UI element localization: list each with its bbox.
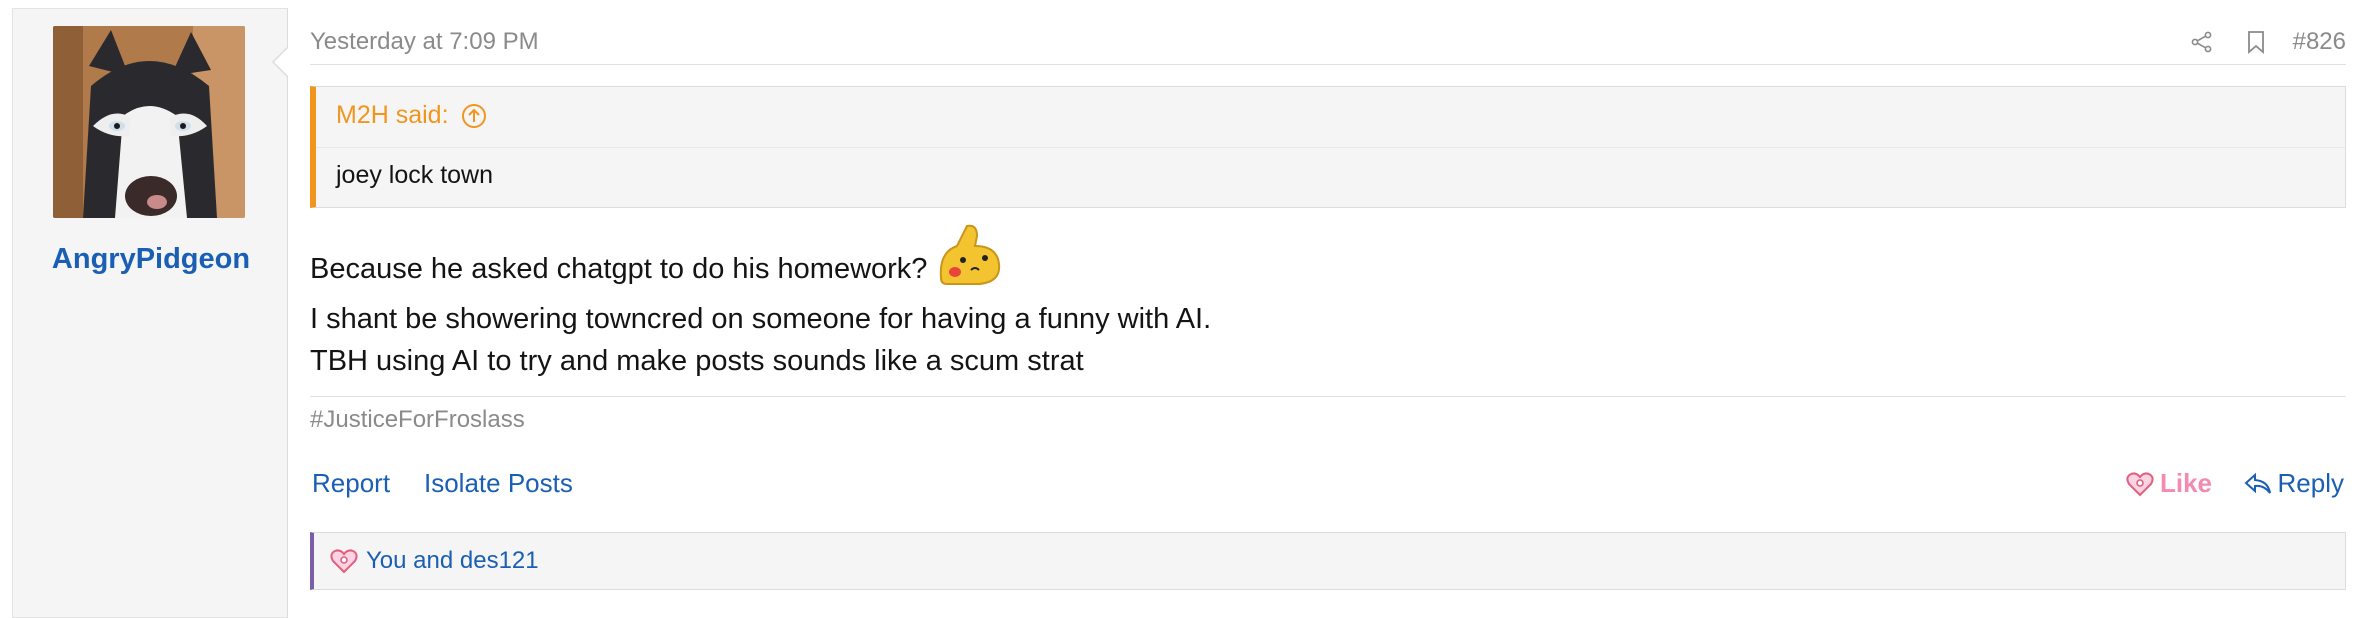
quote-author[interactable]: M2H said: [336, 101, 487, 130]
post-line-1-text: Because he asked chatgpt to do his homew… [310, 253, 928, 285]
signature-divider [310, 396, 2346, 397]
pikachu-emoji-icon [933, 222, 1003, 298]
arrow-up-circle-icon[interactable] [461, 103, 487, 129]
signature: #JusticeForFroslass [310, 406, 525, 433]
post-header-actions: #826 [2163, 26, 2346, 58]
reply-button[interactable]: Reply [2244, 468, 2344, 499]
like-label: Like [2159, 468, 2212, 498]
username[interactable]: AngryPidgeon [13, 243, 289, 276]
post-line-1: Because he asked chatgpt to do his homew… [310, 222, 1211, 298]
quote-author-label: M2H said: [336, 101, 449, 129]
quote-text: joey lock town [336, 161, 494, 189]
report-link[interactable]: Report [312, 468, 390, 499]
like-button[interactable]: Like [2126, 468, 2212, 499]
post-footer: Report Isolate Posts Like Reply [310, 464, 2346, 504]
reactions-list-link[interactable]: You and des121 [366, 547, 539, 575]
reply-arrow-icon [2244, 472, 2272, 496]
user-sidebar: AngryPidgeon [12, 8, 288, 618]
heart-pokeball-icon [330, 548, 358, 574]
quote-divider [316, 147, 2345, 148]
post-timestamp[interactable]: Yesterday at 7:09 PM [310, 28, 539, 56]
reactions-bar: You and des121 [310, 532, 2346, 590]
heart-pokeball-icon [2126, 471, 2154, 497]
post-number[interactable]: #826 [2293, 28, 2346, 56]
post-line-3: TBH using AI to try and make posts sound… [310, 345, 1084, 377]
post-line-2: I shant be showering towncred on someone… [310, 303, 1212, 335]
message-arrow [274, 48, 288, 76]
reply-label: Reply [2277, 468, 2344, 498]
share-icon[interactable] [2187, 27, 2217, 57]
bookmark-icon[interactable] [2241, 27, 2271, 57]
page: AngryPidgeon Yesterday at 7:09 PM #826 M… [0, 0, 2372, 618]
isolate-posts-link[interactable]: Isolate Posts [424, 468, 573, 499]
quote-block: M2H said: joey lock town [310, 86, 2346, 208]
avatar[interactable] [53, 26, 245, 218]
post-body: Because he asked chatgpt to do his homew… [310, 222, 1211, 382]
post-main: Yesterday at 7:09 PM #826 M2H said: joey… [310, 0, 2346, 606]
post-header: Yesterday at 7:09 PM #826 [310, 26, 2346, 65]
